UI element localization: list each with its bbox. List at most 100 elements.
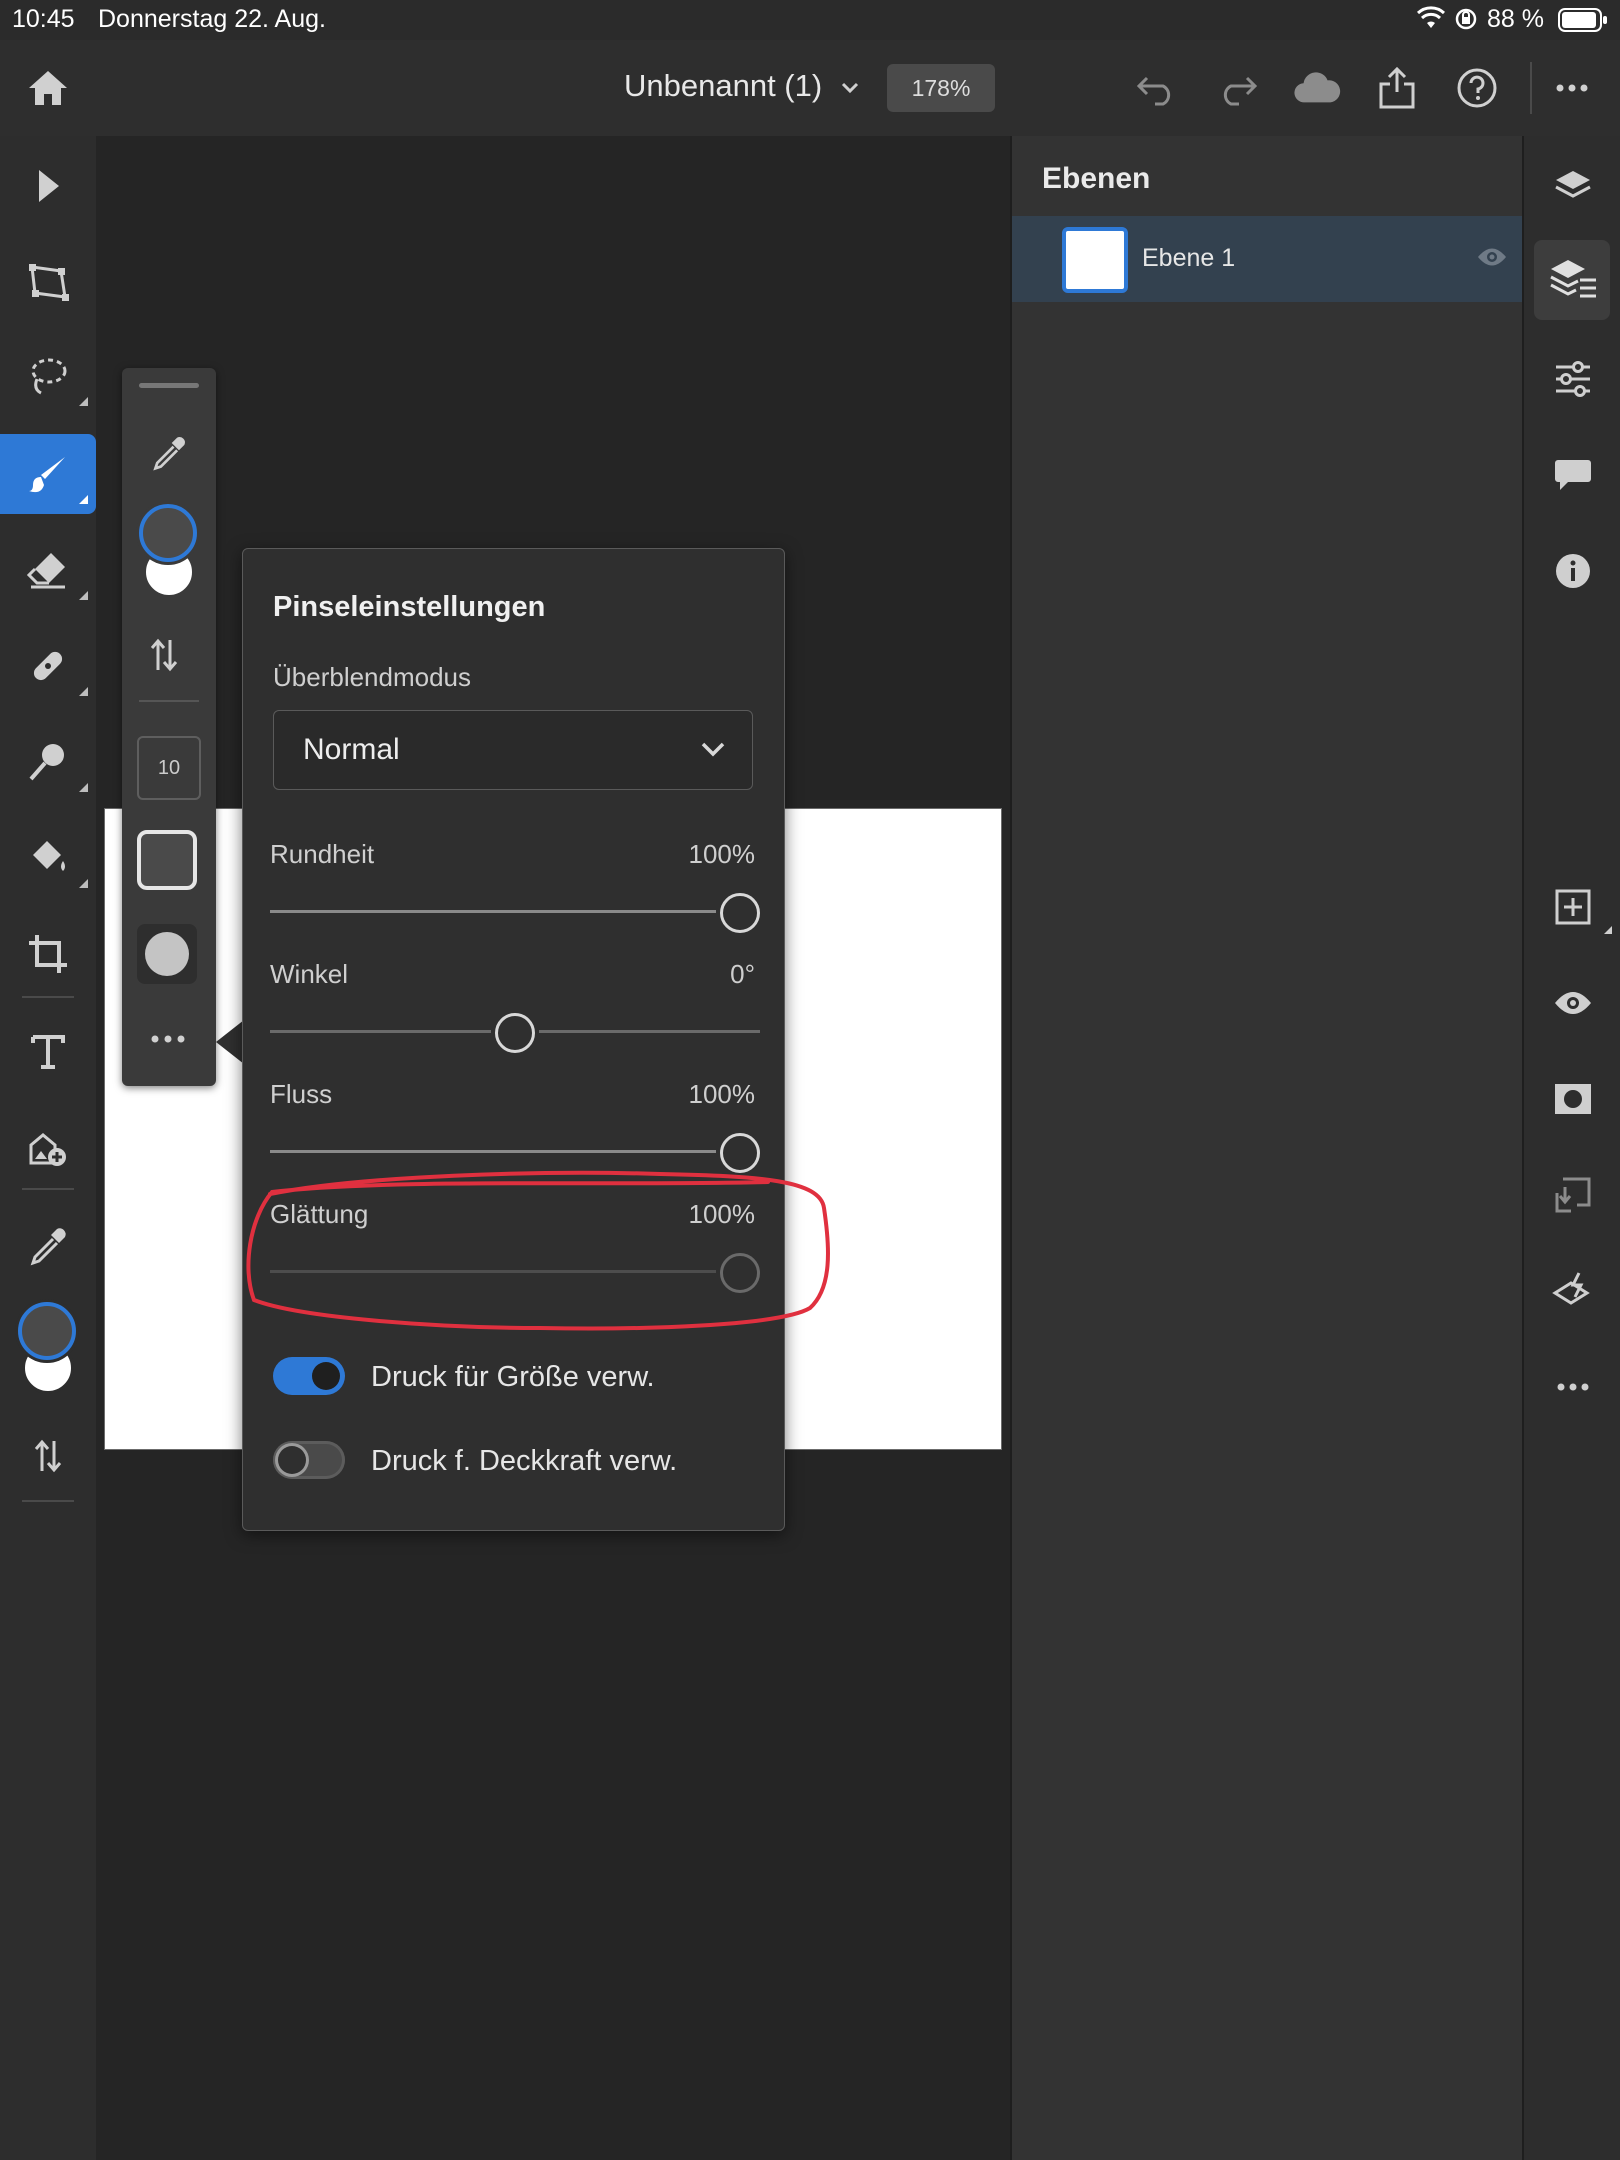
- add-image-tool[interactable]: [0, 1108, 96, 1188]
- quick-actions-icon[interactable]: [1548, 1266, 1598, 1316]
- comment-icon[interactable]: [1548, 450, 1598, 500]
- pressure-opacity-toggle[interactable]: [273, 1441, 345, 1479]
- roundness-slider[interactable]: [270, 892, 760, 933]
- more-options-icon[interactable]: [1548, 1362, 1598, 1412]
- flow-slider[interactable]: [270, 1132, 760, 1173]
- angle-slider[interactable]: [270, 1012, 760, 1053]
- eraser-icon: [27, 549, 69, 591]
- layer-name: Ebene 1: [1142, 244, 1236, 272]
- brush-settings-popover: Pinseleinstellungen Überblendmodus Norma…: [242, 548, 785, 1531]
- lasso-icon: [27, 355, 69, 397]
- document-title[interactable]: Unbenannt (1): [624, 68, 859, 104]
- transform-icon: [27, 261, 69, 303]
- chevron-down-icon: [700, 741, 726, 759]
- slider-thumb[interactable]: [720, 1133, 760, 1173]
- healing-tool[interactable]: [0, 626, 96, 706]
- undo-icon[interactable]: [1133, 64, 1181, 112]
- crop-icon: [27, 933, 69, 975]
- eyedropper-tool[interactable]: [0, 1206, 96, 1286]
- flow-value: 100%: [688, 1079, 756, 1109]
- zoom-level[interactable]: 178%: [887, 64, 995, 112]
- redo-icon[interactable]: [1213, 64, 1261, 112]
- drag-handle[interactable]: [139, 383, 199, 388]
- eyedropper-icon[interactable]: [146, 430, 192, 476]
- layer-properties-tab[interactable]: [1534, 240, 1610, 320]
- lasso-tool[interactable]: [0, 336, 96, 416]
- type-tool[interactable]: [0, 1012, 96, 1092]
- visibility-eye-icon[interactable]: [1548, 978, 1598, 1028]
- select-tool[interactable]: [0, 146, 96, 226]
- slider-track: [270, 1150, 716, 1153]
- brush-options-bar: 10: [122, 368, 216, 1086]
- home-icon[interactable]: [24, 64, 72, 112]
- slider-track: [270, 1030, 491, 1033]
- cloud-icon[interactable]: [1293, 64, 1341, 112]
- mask-icon[interactable]: [1548, 1074, 1598, 1124]
- foreground-color-swatch[interactable]: [18, 1302, 76, 1360]
- orientation-lock-icon: [1454, 7, 1478, 31]
- foreground-color-swatch[interactable]: [139, 504, 197, 562]
- popover-title: Pinseleinstellungen: [273, 591, 546, 623]
- separator: [139, 700, 199, 702]
- layers-panel-title: Ebenen: [1042, 162, 1151, 195]
- status-time: 10:45: [12, 5, 75, 33]
- blend-mode-label: Überblendmodus: [273, 662, 472, 692]
- pressure-size-label: Druck für Größe verw.: [371, 1361, 655, 1393]
- chevron-down-icon: [841, 82, 859, 94]
- text-icon: [30, 1033, 66, 1071]
- info-icon[interactable]: [1548, 546, 1598, 596]
- layers-icon[interactable]: [1548, 162, 1598, 212]
- more-options-icon[interactable]: [1548, 64, 1596, 112]
- color-swatches[interactable]: [18, 1302, 76, 1394]
- submenu-indicator-icon: [79, 879, 88, 888]
- blend-mode-dropdown[interactable]: Normal: [273, 710, 753, 790]
- swap-arrows-icon[interactable]: [149, 636, 189, 676]
- clipping-icon[interactable]: [1548, 1170, 1598, 1220]
- pressure-opacity-label: Druck f. Deckkraft verw.: [371, 1445, 678, 1477]
- add-layer-icon[interactable]: [1548, 882, 1598, 932]
- brush-color-swatches[interactable]: [139, 504, 199, 604]
- top-bar: Unbenannt (1) 178%: [0, 40, 1620, 138]
- flow-label: Fluss: [270, 1079, 333, 1109]
- submenu-indicator-icon: [79, 397, 88, 406]
- bandage-icon: [27, 645, 69, 687]
- slider-track: [270, 910, 716, 913]
- brush-tool[interactable]: [0, 434, 96, 514]
- dodge-burn-tool[interactable]: [0, 722, 96, 802]
- popover-pointer: [216, 1020, 244, 1064]
- wifi-icon: [1416, 6, 1446, 30]
- dodge-icon: [27, 741, 69, 783]
- toolbar-separator: [22, 1500, 74, 1502]
- brush-tip-button[interactable]: [137, 924, 197, 984]
- brush-size-field[interactable]: 10: [137, 736, 201, 800]
- swap-colors-button[interactable]: [0, 1416, 96, 1496]
- toggle-knob: [312, 1362, 340, 1390]
- toolbar-divider: [1530, 62, 1532, 114]
- eyedropper-icon: [27, 1225, 69, 1267]
- right-panel-rail: [1522, 136, 1620, 2160]
- submenu-indicator-icon: [79, 591, 88, 600]
- more-options-icon[interactable]: [150, 1034, 186, 1044]
- slider-thumb[interactable]: [495, 1013, 535, 1053]
- blend-mode-value: Normal: [303, 733, 400, 766]
- place-image-icon: [27, 1127, 69, 1169]
- transform-tool[interactable]: [0, 242, 96, 322]
- layer-row[interactable]: Ebene 1: [1012, 216, 1524, 302]
- adjustments-sliders-icon[interactable]: [1548, 354, 1598, 404]
- eraser-tool[interactable]: [0, 530, 96, 610]
- layer-properties-icon: [1548, 256, 1598, 302]
- share-icon[interactable]: [1373, 64, 1421, 112]
- toggle-knob: [278, 1446, 306, 1474]
- battery-icon: [1558, 8, 1608, 32]
- roundness-value: 100%: [688, 839, 756, 869]
- brush-preset-square[interactable]: [137, 830, 197, 890]
- fill-tool[interactable]: [0, 818, 96, 898]
- battery-percent: 88 %: [1487, 5, 1544, 33]
- pressure-size-toggle[interactable]: [273, 1357, 345, 1395]
- slider-thumb[interactable]: [720, 893, 760, 933]
- help-icon[interactable]: [1453, 64, 1501, 112]
- eye-icon[interactable]: [1476, 246, 1508, 268]
- crop-tool[interactable]: [0, 914, 96, 994]
- status-date: Donnerstag 22. Aug.: [98, 5, 326, 33]
- document-title-text: Unbenannt (1): [624, 68, 823, 103]
